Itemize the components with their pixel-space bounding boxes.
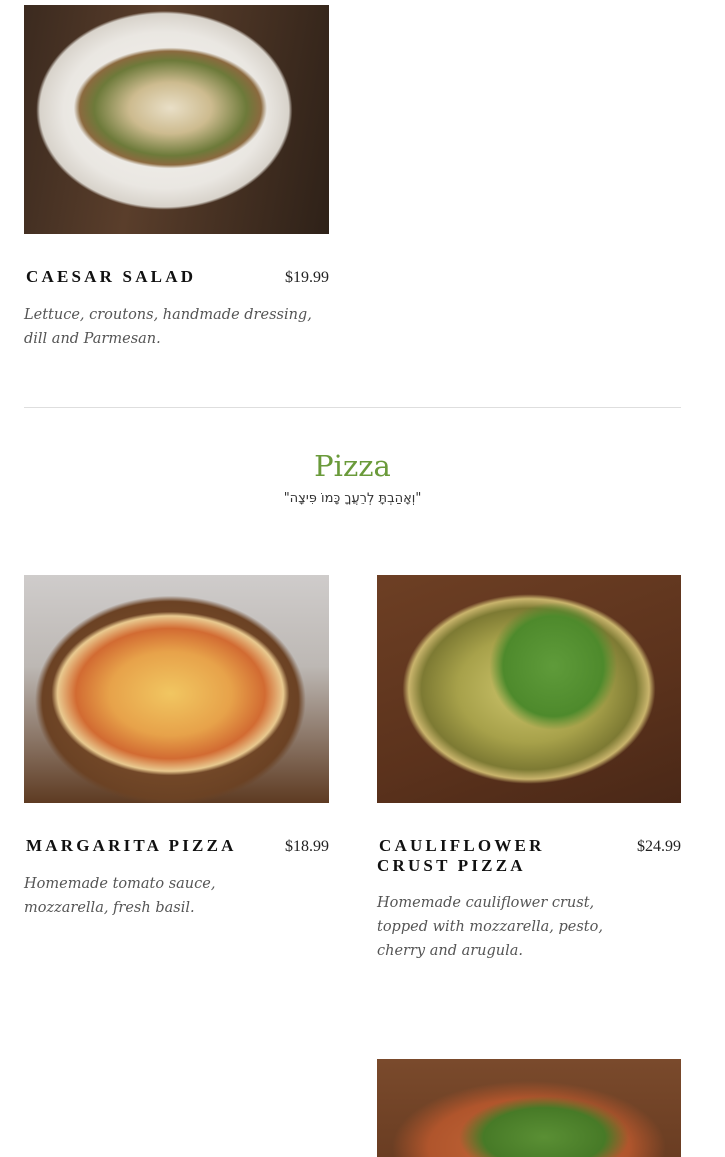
- cauliflower-crust-pizza-photo: [377, 575, 681, 803]
- margarita-pizza-price: $18.99: [285, 838, 329, 855]
- margarita-pizza-photo: [24, 575, 329, 803]
- caesar-salad-price: $19.99: [285, 269, 329, 286]
- section-divider: [24, 407, 681, 408]
- caesar-salad-photo: [24, 5, 329, 234]
- next-pizza-photo: [377, 1059, 681, 1157]
- section-title: Pizza: [314, 449, 391, 483]
- cauliflower-pizza-name-line1: CAULIFLOWER: [379, 836, 545, 855]
- caesar-salad-description: Lettuce, croutons, handmade dressing, di…: [24, 307, 312, 347]
- cauliflower-pizza-name-line2: CRUST PIZZA: [377, 856, 526, 875]
- cauliflower-pizza-description: Homemade cauliflower crust, topped with …: [377, 895, 603, 959]
- margarita-pizza-name: MARGARITA PIZZA: [26, 836, 237, 855]
- cauliflower-pizza-price: $24.99: [637, 838, 681, 855]
- margarita-pizza-description: Homemade tomato sauce, mozzarella, fresh…: [24, 876, 216, 916]
- section-subtitle: "וְאָהַבְתָּ לְרֵעֲךָ כָּמוֹ פִּיצָה": [283, 491, 422, 506]
- caesar-salad-name: CAESAR SALAD: [26, 267, 197, 286]
